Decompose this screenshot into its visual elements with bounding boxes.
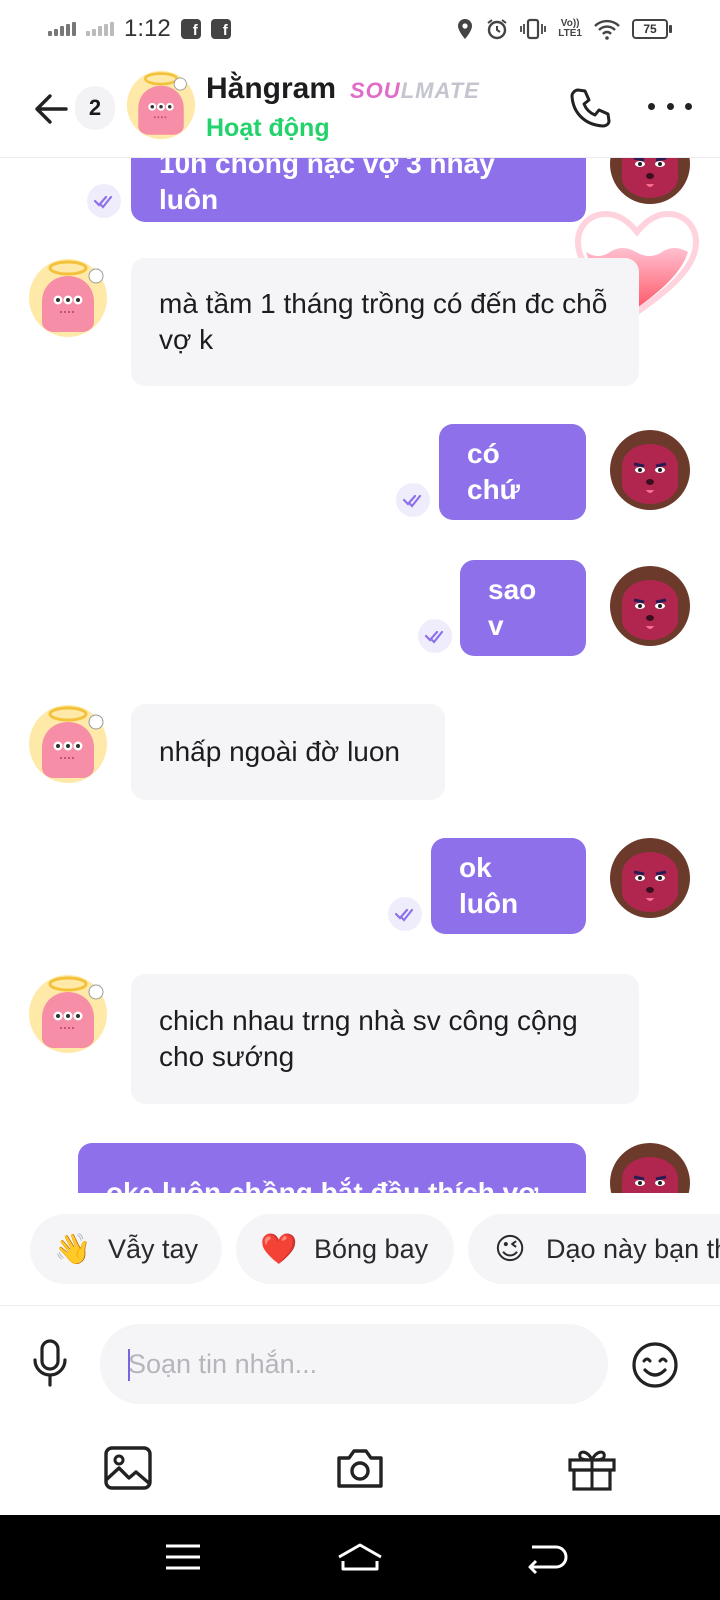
- contact-name[interactable]: Hằngram: [206, 72, 336, 106]
- contact-avatar[interactable]: [28, 258, 108, 338]
- message-list[interactable]: 10h chồng nặc vợ 3 nháy luôn mà tầm 1 th…: [0, 158, 720, 1193]
- quick-reply-label: Bóng bay: [314, 1233, 429, 1264]
- phone-call-button[interactable]: [566, 84, 614, 132]
- alarm-icon: [487, 19, 507, 40]
- soulmate-badge: SOULMATE: [350, 78, 480, 104]
- my-avatar[interactable]: [610, 838, 690, 918]
- message-bubble-outgoing[interactable]: oke luôn chồng bắt đầu thích vợ: [78, 1143, 586, 1193]
- more-options-button[interactable]: [648, 98, 692, 114]
- status-left: 1:12 f f: [48, 15, 231, 43]
- read-receipt-icon: [388, 897, 422, 931]
- camera-button[interactable]: [334, 1444, 386, 1492]
- message-bubble-outgoing[interactable]: có chứ: [439, 424, 586, 520]
- message-text: có chứ: [467, 438, 520, 505]
- contact-avatar[interactable]: [126, 70, 196, 140]
- message-text: mà tầm 1 tháng trồng có đến đc chỗ vợ k: [159, 288, 608, 355]
- read-receipt-icon: [396, 483, 430, 517]
- message-text: 10h chồng nặc vợ 3 nháy luôn: [159, 158, 495, 215]
- message-bubble-incoming[interactable]: chich nhau trng nhà sv công cộng cho sướ…: [131, 974, 639, 1104]
- chat-header: 2 Hằngram SOULMATE Hoạt động: [0, 58, 720, 158]
- text-cursor: [128, 1349, 130, 1381]
- my-avatar[interactable]: [610, 430, 690, 510]
- message-text: oke luôn chồng bắt đầu thích vợ: [106, 1177, 539, 1193]
- read-receipt-icon: [87, 184, 121, 218]
- online-status: Hoạt động: [206, 114, 330, 142]
- location-icon: [458, 19, 473, 39]
- message-text: ok luôn: [459, 852, 519, 919]
- wink-face-icon: 😉: [494, 1232, 526, 1266]
- system-navigation-bar: [0, 1515, 720, 1600]
- facebook-notification-icon: f: [180, 19, 201, 39]
- my-avatar[interactable]: [610, 158, 690, 204]
- my-avatar[interactable]: [610, 1143, 690, 1193]
- signal-2-icon: [86, 22, 114, 36]
- message-text: chich nhau trng nhà sv công cộng cho sướ…: [159, 1005, 578, 1072]
- quick-reply-balloon[interactable]: ❤️ Bóng bay: [236, 1214, 454, 1284]
- quick-reply-question[interactable]: 😉 Dạo này bạn th: [468, 1214, 720, 1284]
- quick-reply-label: Vẫy tay: [108, 1233, 199, 1264]
- facebook-notification-2-icon: f: [210, 19, 231, 39]
- status-time: 1:12: [124, 15, 171, 42]
- message-text: sao v: [488, 574, 537, 641]
- unread-count-badge[interactable]: 2: [75, 86, 115, 130]
- soulmate-badge-part2: LMATE: [400, 78, 480, 103]
- read-receipt-icon: [418, 619, 452, 653]
- heart-icon: ❤️: [260, 1232, 298, 1266]
- battery-icon: 75: [632, 19, 672, 39]
- message-input[interactable]: [100, 1324, 608, 1404]
- message-bubble-outgoing[interactable]: ok luôn: [431, 838, 586, 934]
- status-bar: 1:12 f f Vo)) LTE1 75: [0, 0, 720, 58]
- signal-icon: [48, 22, 76, 36]
- gift-button[interactable]: [566, 1444, 618, 1492]
- quick-reply-label: Dạo này bạn th: [546, 1233, 720, 1264]
- soulmate-badge-part1: SOU: [350, 78, 401, 103]
- home-button[interactable]: [335, 1539, 385, 1575]
- my-avatar[interactable]: [610, 566, 690, 646]
- back-button[interactable]: [28, 88, 70, 130]
- message-bubble-incoming[interactable]: nhấp ngoài đờ luon: [131, 704, 445, 800]
- wave-hand-icon: 👋: [54, 1232, 92, 1266]
- recent-apps-button[interactable]: [158, 1539, 208, 1575]
- contact-avatar[interactable]: [28, 704, 108, 784]
- composer-row: [0, 1305, 720, 1405]
- microphone-button[interactable]: [30, 1338, 70, 1388]
- gallery-button[interactable]: [102, 1444, 154, 1492]
- emoji-picker-button[interactable]: [630, 1340, 680, 1390]
- quick-reply-wave[interactable]: 👋 Vẫy tay: [30, 1214, 222, 1284]
- vibrate-icon: [520, 18, 547, 40]
- status-right: Vo)) LTE1 75: [456, 18, 672, 40]
- back-nav-button[interactable]: [522, 1539, 572, 1575]
- battery-level: 75: [632, 19, 668, 39]
- attachment-toolbar: [0, 1420, 720, 1515]
- message-bubble-incoming[interactable]: mà tầm 1 tháng trồng có đến đc chỗ vợ k: [131, 258, 639, 386]
- message-text: nhấp ngoài đờ luon: [159, 736, 401, 767]
- message-bubble-outgoing[interactable]: sao v: [460, 560, 586, 656]
- volte-indicator: Vo)) LTE1: [558, 19, 582, 39]
- wifi-icon: [594, 19, 620, 40]
- message-bubble-outgoing[interactable]: 10h chồng nặc vợ 3 nháy luôn: [131, 158, 586, 222]
- quick-reply-row[interactable]: 👋 Vẫy tay ❤️ Bóng bay 😉 Dạo này bạn th: [0, 1210, 720, 1290]
- contact-avatar[interactable]: [28, 974, 108, 1054]
- volte-line2: LTE1: [558, 28, 582, 39]
